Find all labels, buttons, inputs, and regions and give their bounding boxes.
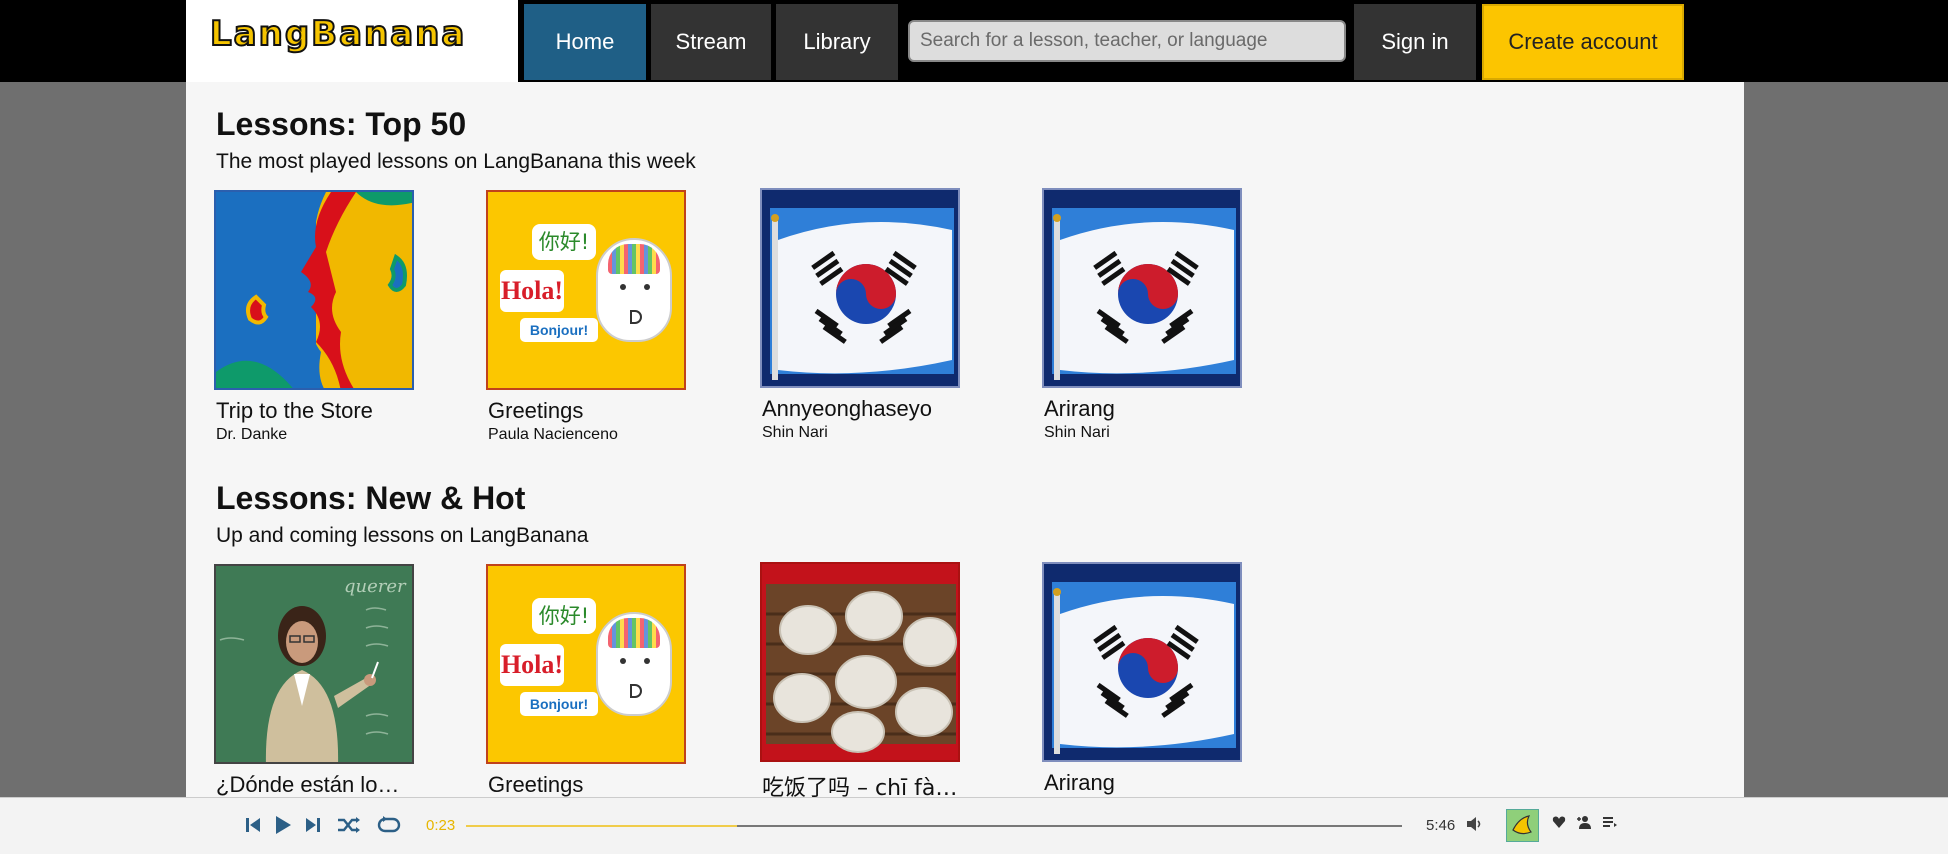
- nav-stream-button[interactable]: Stream: [651, 4, 771, 80]
- skip-back-icon[interactable]: [240, 812, 266, 838]
- lesson-card[interactable]: Trip to the Store Dr. Danke: [214, 190, 414, 444]
- lesson-thumbnail-korean-flag[interactable]: [1042, 562, 1242, 762]
- hola-bubble: Hola!: [500, 270, 564, 312]
- lesson-title[interactable]: Annyeonghaseyo: [762, 396, 960, 422]
- progress-fill: [466, 825, 738, 827]
- logo-text: LangBanana: [209, 13, 467, 55]
- hola-bubble: Hola!: [500, 644, 564, 686]
- nihao-bubble: 你好!: [532, 224, 596, 260]
- lesson-author[interactable]: Paula Nacienceno: [488, 426, 686, 444]
- volume-icon[interactable]: [1466, 815, 1484, 838]
- lesson-author[interactable]: Shin Nari: [762, 424, 960, 442]
- user-add-icon[interactable]: [1576, 815, 1592, 834]
- top-bar: LangBanana Home Stream Library Sign in C…: [0, 0, 1948, 82]
- lesson-card[interactable]: Annyeonghaseyo Shin Nari: [760, 188, 960, 442]
- lesson-title[interactable]: Greetings: [488, 398, 686, 424]
- sign-in-button[interactable]: Sign in: [1354, 4, 1476, 80]
- lesson-thumbnail-faces[interactable]: [214, 190, 414, 390]
- lesson-thumbnail-teacher[interactable]: querer: [214, 564, 414, 764]
- progress-bar[interactable]: [466, 825, 1402, 827]
- lesson-thumbnail-korean-flag[interactable]: [1042, 188, 1242, 388]
- section-title-new-hot: Lessons: New & Hot: [216, 480, 526, 516]
- lesson-thumbnail-dumplings[interactable]: [760, 562, 960, 762]
- lesson-title[interactable]: Arirang: [1044, 770, 1242, 796]
- total-time: 5:46: [1426, 817, 1456, 834]
- logo[interactable]: LangBanana: [186, 0, 518, 82]
- head-illustration: [596, 238, 672, 342]
- lesson-card[interactable]: 你好! Hola! Bonjour! Greetings Paula Nacie…: [486, 190, 686, 444]
- nav-library-button[interactable]: Library: [776, 4, 898, 80]
- lesson-thumbnail-greetings[interactable]: 你好! Hola! Bonjour!: [486, 564, 686, 764]
- nav-home-button[interactable]: Home: [524, 4, 646, 80]
- lesson-card[interactable]: 吃饭了吗 – chī fà…: [760, 562, 960, 797]
- shuffle-icon[interactable]: [336, 812, 362, 838]
- audio-player: 0:23 5:46: [0, 797, 1948, 854]
- lesson-card[interactable]: Arirang Shin Nari: [1042, 188, 1242, 442]
- lesson-thumbnail-greetings[interactable]: 你好! Hola! Bonjour!: [486, 190, 686, 390]
- lesson-title[interactable]: Arirang: [1044, 396, 1242, 422]
- lesson-title[interactable]: 吃饭了吗 – chī fà…: [762, 770, 960, 797]
- heart-icon[interactable]: [1552, 815, 1566, 834]
- bonjour-bubble: Bonjour!: [520, 318, 598, 342]
- lesson-author[interactable]: Shin Nari: [1044, 424, 1242, 442]
- nihao-bubble: 你好!: [532, 598, 596, 634]
- create-account-button[interactable]: Create account: [1482, 4, 1684, 80]
- section-title-top50: Lessons: Top 50: [216, 106, 467, 142]
- lesson-card[interactable]: Arirang: [1042, 562, 1242, 796]
- lesson-card[interactable]: 你好! Hola! Bonjour! Greetings: [486, 564, 686, 797]
- now-playing-thumbnail[interactable]: [1506, 809, 1539, 842]
- lesson-thumbnail-korean-flag[interactable]: [760, 188, 960, 388]
- lesson-author[interactable]: Dr. Danke: [216, 426, 414, 444]
- bonjour-bubble: Bonjour!: [520, 692, 598, 716]
- queue-icon[interactable]: [1602, 815, 1618, 834]
- lesson-title[interactable]: Greetings: [488, 772, 686, 797]
- play-icon[interactable]: [270, 812, 296, 838]
- main-content: Lessons: Top 50 The most played lessons …: [186, 82, 1744, 797]
- lesson-card[interactable]: querer ¿Dónde están lo…: [214, 564, 414, 797]
- skip-forward-icon[interactable]: [300, 812, 326, 838]
- current-time: 0:23: [426, 817, 456, 834]
- section-subtitle-new-hot: Up and coming lessons on LangBanana: [216, 524, 589, 547]
- search-input[interactable]: [908, 20, 1346, 62]
- section-subtitle-top50: The most played lessons on LangBanana th…: [216, 150, 696, 173]
- lesson-title[interactable]: Trip to the Store: [216, 398, 414, 424]
- lesson-title[interactable]: ¿Dónde están lo…: [216, 772, 414, 797]
- repeat-icon[interactable]: [376, 812, 402, 838]
- head-illustration: [596, 612, 672, 716]
